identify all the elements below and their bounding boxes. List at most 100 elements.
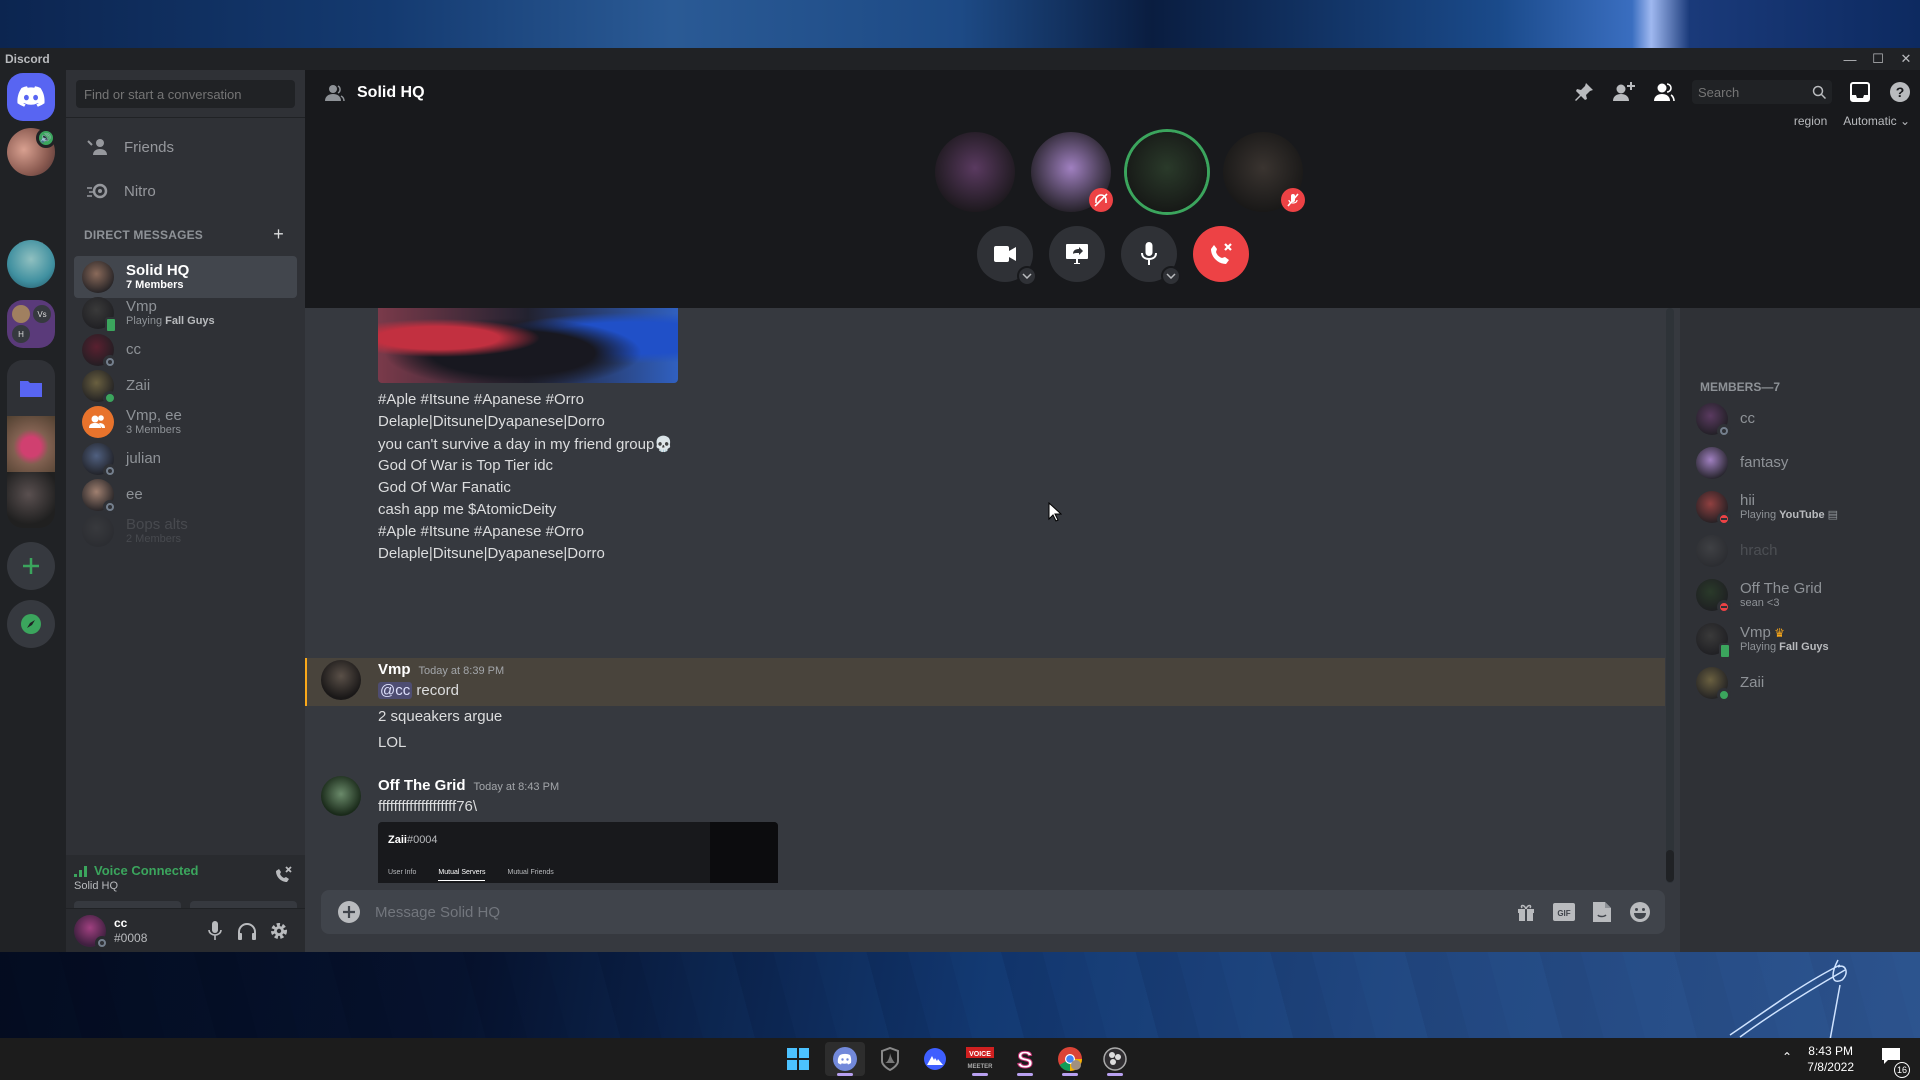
maximize-button[interactable]: ☐ [1864, 48, 1892, 70]
folder-open[interactable] [7, 360, 55, 416]
taskbar-obs[interactable] [1095, 1042, 1135, 1076]
header-search[interactable] [1692, 80, 1832, 104]
create-dm-button[interactable]: + [273, 224, 284, 245]
member-list-toggle[interactable] [1652, 80, 1676, 104]
sticker-button[interactable] [1589, 899, 1615, 925]
taskbar-nordvpn[interactable] [915, 1042, 955, 1076]
taskbar-chrome[interactable] [1050, 1042, 1090, 1076]
taskbar-start-button[interactable] [778, 1042, 818, 1076]
explore-servers-button[interactable] [7, 600, 55, 648]
deafen-button[interactable] [236, 920, 258, 942]
close-button[interactable]: ✕ [1892, 48, 1920, 70]
member-item[interactable]: Zaii [1688, 662, 1912, 704]
channel-title: Solid HQ [357, 84, 425, 101]
message-scrollbar-thumb[interactable] [1666, 850, 1674, 882]
message-timestamp: Today at 8:39 PM [418, 665, 505, 677]
call-participant-avatar[interactable] [935, 132, 1015, 212]
camera-options-button[interactable] [1017, 266, 1037, 286]
message-scrollbar-track[interactable] [1666, 308, 1674, 883]
dm-name: Zaii [126, 377, 151, 395]
gift-button[interactable] [1513, 899, 1539, 925]
dm-item[interactable]: Bops alts 2 Members [74, 510, 297, 552]
home-button[interactable] [7, 73, 55, 121]
member-name: fantasy [1740, 454, 1789, 472]
member-item[interactable]: hii Playing YouTube ▤ [1688, 486, 1912, 528]
taskbar-discord[interactable] [825, 1042, 865, 1076]
message-text: @cc record [378, 682, 459, 699]
user-settings-button[interactable] [268, 920, 290, 942]
nav-nitro[interactable]: Nitro [74, 170, 297, 212]
taskbar-streamlabs[interactable]: S [1005, 1042, 1045, 1076]
taskbar-voicemeeter[interactable]: VOICE MEETER [960, 1042, 1000, 1076]
find-conversation-input[interactable] [76, 80, 295, 108]
disconnect-call-button[interactable] [1193, 226, 1249, 282]
message-text: #Aple #Itsune #Apanese #Orro [378, 391, 584, 408]
user-mention[interactable]: @cc [378, 682, 413, 699]
message-author-vmp[interactable]: Vmp Today at 8:39 PM [378, 661, 504, 678]
phone-disconnect-icon [1211, 243, 1232, 264]
toggle-microphone-button[interactable] [1121, 226, 1181, 286]
message-input[interactable] [375, 903, 1513, 921]
show-hidden-icons-button[interactable]: ⌃ [1782, 1050, 1792, 1064]
microphone-options-button[interactable] [1161, 266, 1181, 286]
add-friends-to-dm-button[interactable] [1612, 80, 1636, 104]
screenshot-attachment[interactable]: Zaii#0004 User Info Mutual Servers Mutua… [378, 822, 778, 883]
member-item[interactable]: Vmp ♛ Playing Fall Guys [1688, 618, 1912, 660]
taskbar-active-indicator [837, 1073, 853, 1076]
dm-item[interactable]: Vmp, ee 3 Members [74, 401, 297, 443]
message-avatar-vmp[interactable] [321, 660, 361, 700]
add-server-button[interactable] [7, 542, 55, 590]
member-item[interactable]: cc [1688, 398, 1912, 440]
emoji-button[interactable] [1627, 899, 1653, 925]
message-avatar-off-the-grid[interactable] [321, 776, 361, 816]
server-avatar-2[interactable] [7, 416, 55, 472]
voice-connected-label: Voice Connected [94, 863, 199, 878]
taskbar-clock[interactable]: 8:43 PM 7/8/2022 [1807, 1043, 1854, 1075]
message-author-off-the-grid[interactable]: Off The Grid Today at 8:43 PM [378, 777, 559, 794]
nordvpn-icon [924, 1048, 946, 1070]
upload-button[interactable] [337, 900, 361, 924]
embed-tab: User Info [388, 869, 417, 876]
server-avatar-1[interactable] [7, 240, 55, 288]
call-participant-avatar[interactable] [1223, 132, 1305, 212]
dm-name: Solid HQ [126, 262, 190, 280]
gif-icon: GIF [1553, 903, 1575, 921]
share-screen-button[interactable] [1049, 226, 1105, 282]
mute-button[interactable] [204, 920, 226, 942]
server-avatar-3[interactable] [7, 472, 55, 528]
call-participant-avatar[interactable] [1031, 132, 1113, 212]
shield-app-icon [881, 1047, 899, 1071]
minimize-button[interactable]: — [1836, 48, 1864, 70]
server-folder[interactable]: Vs H [7, 300, 55, 348]
dm-item[interactable]: Vmp Playing Fall Guys [74, 292, 297, 334]
voice-active-badge: 🔊 [36, 128, 56, 148]
mention-highlight [305, 658, 1665, 706]
gif-button[interactable]: GIF [1551, 899, 1577, 925]
clock-time: 8:43 PM [1808, 1044, 1853, 1058]
nav-friends[interactable]: Friends [74, 126, 297, 168]
call-participant-avatar[interactable] [1127, 132, 1207, 212]
dm-sidebar: Friends Nitro DIRECT MESSAGES + Solid HQ… [66, 70, 305, 952]
user-panel: cc #0008 [66, 908, 305, 952]
deafened-icon [1094, 193, 1108, 207]
user-status-dot [95, 936, 109, 950]
help-button[interactable]: ? [1888, 80, 1912, 104]
header-search-input[interactable] [1692, 80, 1832, 104]
member-activity: Playing Fall Guys [1740, 641, 1829, 654]
region-selector[interactable]: region Automatic ⌄ [1794, 114, 1910, 128]
gear-icon [271, 923, 287, 939]
message-image-attachment[interactable] [378, 308, 678, 383]
taskbar-app-shield[interactable] [870, 1042, 910, 1076]
nav-nitro-label: Nitro [124, 182, 156, 200]
voice-disconnect-button[interactable] [273, 865, 293, 885]
pinned-messages-button[interactable] [1572, 80, 1596, 104]
member-item[interactable]: Off The Grid sean <3 [1688, 574, 1912, 616]
help-icon: ? [1890, 82, 1910, 102]
notification-center-button[interactable]: 16 [1880, 1046, 1910, 1078]
toggle-camera-button[interactable] [977, 226, 1037, 286]
dm-avatar [82, 297, 117, 333]
user-avatar[interactable] [74, 915, 109, 950]
member-item[interactable]: hrach [1688, 530, 1912, 572]
member-item[interactable]: fantasy [1688, 442, 1912, 484]
inbox-button[interactable] [1848, 80, 1872, 104]
